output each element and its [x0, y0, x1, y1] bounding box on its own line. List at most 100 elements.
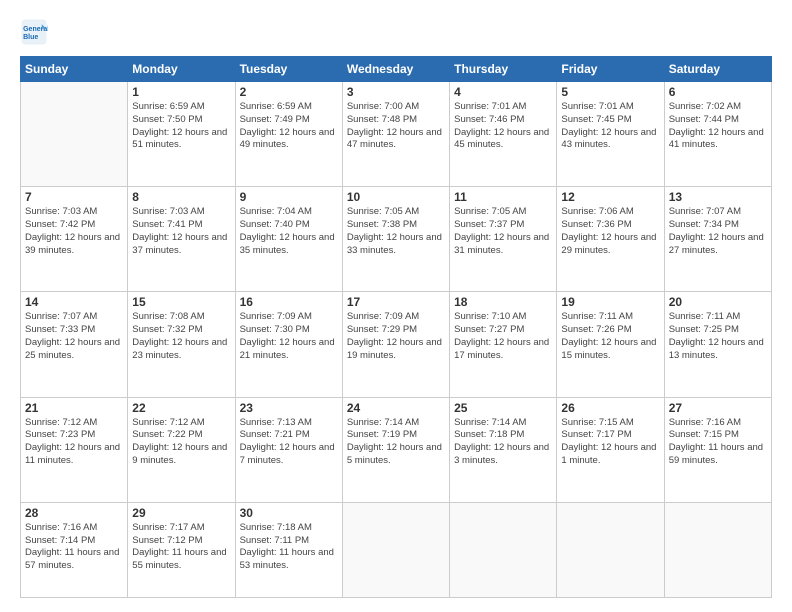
header: General Blue [20, 18, 772, 46]
day-number: 6 [669, 85, 767, 99]
calendar-cell: 22 Sunrise: 7:12 AM Sunset: 7:22 PM Dayli… [128, 397, 235, 502]
day-info: Sunrise: 7:16 AM Sunset: 7:14 PM Dayligh… [25, 522, 123, 573]
day-info: Sunrise: 7:10 AM Sunset: 7:27 PM Dayligh… [454, 311, 552, 362]
calendar-cell: 6 Sunrise: 7:02 AM Sunset: 7:44 PM Daylig… [664, 82, 771, 187]
day-info: Sunrise: 7:12 AM Sunset: 7:23 PM Dayligh… [25, 417, 123, 468]
calendar-cell: 4 Sunrise: 7:01 AM Sunset: 7:46 PM Daylig… [450, 82, 557, 187]
calendar-cell: 18 Sunrise: 7:10 AM Sunset: 7:27 PM Dayli… [450, 292, 557, 397]
day-number: 4 [454, 85, 552, 99]
calendar-cell: 8 Sunrise: 7:03 AM Sunset: 7:41 PM Daylig… [128, 187, 235, 292]
day-number: 3 [347, 85, 445, 99]
day-number: 21 [25, 401, 123, 415]
calendar-cell: 30 Sunrise: 7:18 AM Sunset: 7:11 PM Dayli… [235, 502, 342, 597]
calendar-cell: 20 Sunrise: 7:11 AM Sunset: 7:25 PM Dayli… [664, 292, 771, 397]
calendar-cell: 1 Sunrise: 6:59 AM Sunset: 7:50 PM Daylig… [128, 82, 235, 187]
day-info: Sunrise: 7:09 AM Sunset: 7:29 PM Dayligh… [347, 311, 445, 362]
calendar-header-monday: Monday [128, 57, 235, 82]
day-info: Sunrise: 7:18 AM Sunset: 7:11 PM Dayligh… [240, 522, 338, 573]
day-info: Sunrise: 7:14 AM Sunset: 7:18 PM Dayligh… [454, 417, 552, 468]
calendar-cell: 23 Sunrise: 7:13 AM Sunset: 7:21 PM Dayli… [235, 397, 342, 502]
day-number: 13 [669, 190, 767, 204]
day-number: 28 [25, 506, 123, 520]
day-number: 22 [132, 401, 230, 415]
calendar-cell: 12 Sunrise: 7:06 AM Sunset: 7:36 PM Dayli… [557, 187, 664, 292]
day-number: 12 [561, 190, 659, 204]
day-number: 9 [240, 190, 338, 204]
calendar-cell: 17 Sunrise: 7:09 AM Sunset: 7:29 PM Dayli… [342, 292, 449, 397]
day-info: Sunrise: 7:02 AM Sunset: 7:44 PM Dayligh… [669, 101, 767, 152]
day-info: Sunrise: 7:01 AM Sunset: 7:46 PM Dayligh… [454, 101, 552, 152]
calendar-header-wednesday: Wednesday [342, 57, 449, 82]
day-info: Sunrise: 7:16 AM Sunset: 7:15 PM Dayligh… [669, 417, 767, 468]
calendar-cell: 21 Sunrise: 7:12 AM Sunset: 7:23 PM Dayli… [21, 397, 128, 502]
calendar-header-sunday: Sunday [21, 57, 128, 82]
day-number: 20 [669, 295, 767, 309]
calendar-cell: 25 Sunrise: 7:14 AM Sunset: 7:18 PM Dayli… [450, 397, 557, 502]
day-number: 11 [454, 190, 552, 204]
day-number: 16 [240, 295, 338, 309]
day-number: 5 [561, 85, 659, 99]
day-number: 19 [561, 295, 659, 309]
day-info: Sunrise: 7:03 AM Sunset: 7:42 PM Dayligh… [25, 206, 123, 257]
day-number: 1 [132, 85, 230, 99]
day-number: 14 [25, 295, 123, 309]
day-info: Sunrise: 7:15 AM Sunset: 7:17 PM Dayligh… [561, 417, 659, 468]
day-info: Sunrise: 7:05 AM Sunset: 7:37 PM Dayligh… [454, 206, 552, 257]
day-info: Sunrise: 7:07 AM Sunset: 7:34 PM Dayligh… [669, 206, 767, 257]
calendar-cell: 29Sunrise: 7:17 AM Sunset: 7:12 PM Dayli… [128, 502, 235, 597]
day-info: Sunrise: 6:59 AM Sunset: 7:50 PM Dayligh… [132, 101, 230, 152]
calendar-cell [342, 502, 449, 597]
calendar-cell: 9 Sunrise: 7:04 AM Sunset: 7:40 PM Daylig… [235, 187, 342, 292]
calendar-cell: 14 Sunrise: 7:07 AM Sunset: 7:33 PM Dayli… [21, 292, 128, 397]
day-number: 2 [240, 85, 338, 99]
calendar-cell [557, 502, 664, 597]
day-number: 18 [454, 295, 552, 309]
calendar-week-row: 1 Sunrise: 6:59 AM Sunset: 7:50 PM Daylig… [21, 82, 772, 187]
day-number: 27 [669, 401, 767, 415]
day-number: 10 [347, 190, 445, 204]
day-number: 8 [132, 190, 230, 204]
calendar-cell: 24Sunrise: 7:14 AM Sunset: 7:19 PM Dayli… [342, 397, 449, 502]
day-info: Sunrise: 7:07 AM Sunset: 7:33 PM Dayligh… [25, 311, 123, 362]
day-info: Sunrise: 7:01 AM Sunset: 7:45 PM Dayligh… [561, 101, 659, 152]
svg-text:Blue: Blue [23, 34, 38, 41]
logo: General Blue [20, 18, 52, 46]
calendar-week-row: 28 Sunrise: 7:16 AM Sunset: 7:14 PM Dayli… [21, 502, 772, 597]
day-info: Sunrise: 7:08 AM Sunset: 7:32 PM Dayligh… [132, 311, 230, 362]
day-number: 17 [347, 295, 445, 309]
calendar-week-row: 21 Sunrise: 7:12 AM Sunset: 7:23 PM Dayli… [21, 397, 772, 502]
day-info: Sunrise: 7:00 AM Sunset: 7:48 PM Dayligh… [347, 101, 445, 152]
day-info: Sunrise: 7:05 AM Sunset: 7:38 PM Dayligh… [347, 206, 445, 257]
day-info: Sunrise: 7:11 AM Sunset: 7:25 PM Dayligh… [669, 311, 767, 362]
calendar-cell: 11 Sunrise: 7:05 AM Sunset: 7:37 PM Dayli… [450, 187, 557, 292]
day-info: Sunrise: 7:09 AM Sunset: 7:30 PM Dayligh… [240, 311, 338, 362]
day-number: 26 [561, 401, 659, 415]
day-info: Sunrise: 7:06 AM Sunset: 7:36 PM Dayligh… [561, 206, 659, 257]
day-number: 15 [132, 295, 230, 309]
calendar-cell: 3 Sunrise: 7:00 AM Sunset: 7:48 PM Daylig… [342, 82, 449, 187]
calendar-cell: 26 Sunrise: 7:15 AM Sunset: 7:17 PM Dayli… [557, 397, 664, 502]
calendar-cell: 5 Sunrise: 7:01 AM Sunset: 7:45 PM Daylig… [557, 82, 664, 187]
calendar-cell: 2Sunrise: 6:59 AM Sunset: 7:49 PM Daylig… [235, 82, 342, 187]
calendar-cell [21, 82, 128, 187]
day-info: Sunrise: 7:11 AM Sunset: 7:26 PM Dayligh… [561, 311, 659, 362]
day-info: Sunrise: 7:13 AM Sunset: 7:21 PM Dayligh… [240, 417, 338, 468]
day-number: 25 [454, 401, 552, 415]
day-number: 29 [132, 506, 230, 520]
day-info: Sunrise: 7:04 AM Sunset: 7:40 PM Dayligh… [240, 206, 338, 257]
calendar-cell: 19 Sunrise: 7:11 AM Sunset: 7:26 PM Dayli… [557, 292, 664, 397]
day-number: 24 [347, 401, 445, 415]
day-info: Sunrise: 7:03 AM Sunset: 7:41 PM Dayligh… [132, 206, 230, 257]
logo-icon: General Blue [20, 18, 48, 46]
day-info: Sunrise: 7:12 AM Sunset: 7:22 PM Dayligh… [132, 417, 230, 468]
calendar-table: SundayMondayTuesdayWednesdayThursdayFrid… [20, 56, 772, 598]
calendar-cell: 16 Sunrise: 7:09 AM Sunset: 7:30 PM Dayli… [235, 292, 342, 397]
calendar-cell: 27 Sunrise: 7:16 AM Sunset: 7:15 PM Dayli… [664, 397, 771, 502]
calendar-cell [450, 502, 557, 597]
calendar-cell: 7Sunrise: 7:03 AM Sunset: 7:42 PM Daylig… [21, 187, 128, 292]
calendar-header-row: SundayMondayTuesdayWednesdayThursdayFrid… [21, 57, 772, 82]
page: General Blue SundayMondayTuesdayWednesda… [0, 0, 792, 612]
calendar-header-saturday: Saturday [664, 57, 771, 82]
day-number: 30 [240, 506, 338, 520]
day-number: 23 [240, 401, 338, 415]
